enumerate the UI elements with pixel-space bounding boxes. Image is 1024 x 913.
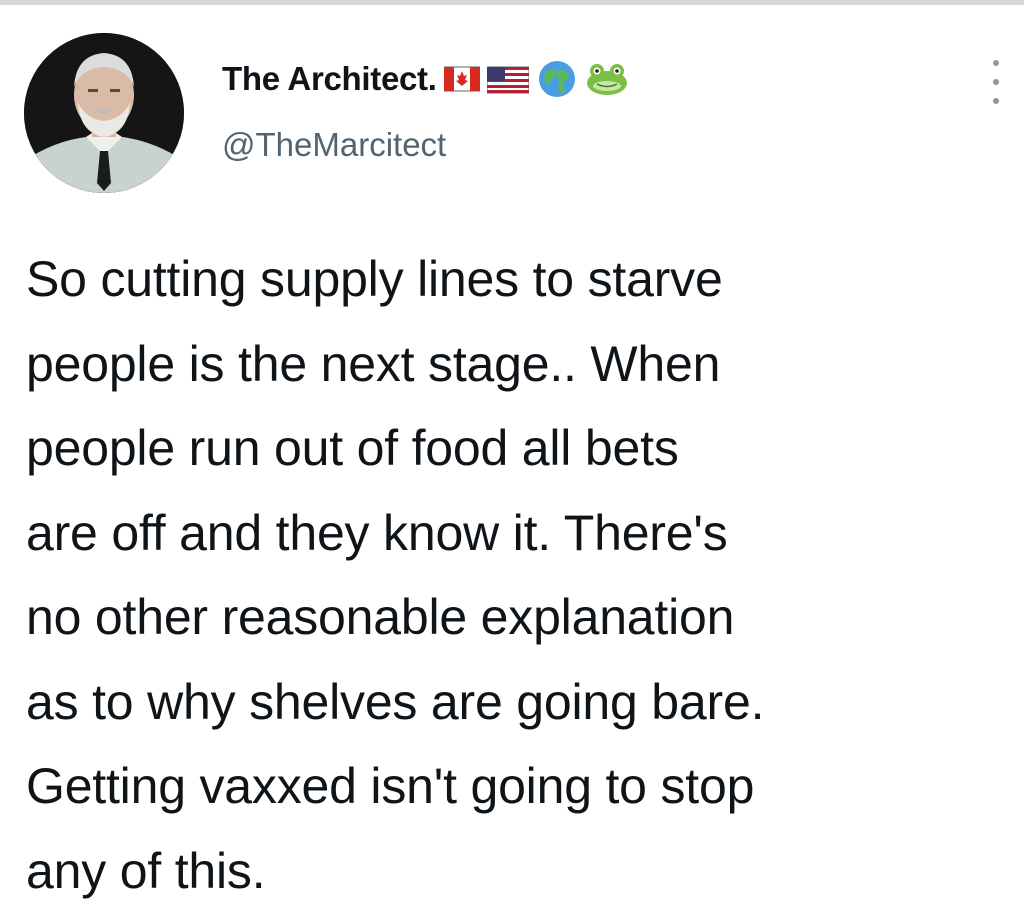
canada-flag-icon: [444, 59, 480, 99]
profile-photo-icon: [24, 33, 184, 193]
more-options-button[interactable]: [984, 60, 1008, 104]
tweet-text-line: any of this.: [26, 829, 1006, 913]
tweet-text-line: as to why shelves are going bare.: [26, 660, 1006, 745]
tweet-text-line: people run out of food all bets: [26, 406, 1006, 491]
frog-icon: [585, 59, 629, 99]
tweet-card: The Architect.: [0, 0, 1024, 894]
tweet-text: So cutting supply lines to starve people…: [26, 237, 1006, 913]
tweet-text-line: Getting vaxxed isn't going to stop: [26, 744, 1006, 829]
tweet-text-line: no other reasonable explanation: [26, 575, 1006, 660]
more-options-icon: [993, 60, 999, 66]
globe-icon: [536, 59, 578, 99]
more-options-icon: [993, 98, 999, 104]
user-handle[interactable]: @TheMarcitect: [222, 126, 446, 164]
more-options-icon: [993, 79, 999, 85]
tweet-text-line: are off and they know it. There's: [26, 491, 1006, 576]
tweet-text-line: people is the next stage.. When: [26, 322, 1006, 407]
tweet-text-line: So cutting supply lines to starve: [26, 237, 1006, 322]
us-flag-icon: [487, 59, 529, 99]
avatar[interactable]: [24, 33, 184, 193]
display-name-row: The Architect.: [222, 54, 629, 104]
display-name[interactable]: The Architect.: [222, 60, 437, 98]
